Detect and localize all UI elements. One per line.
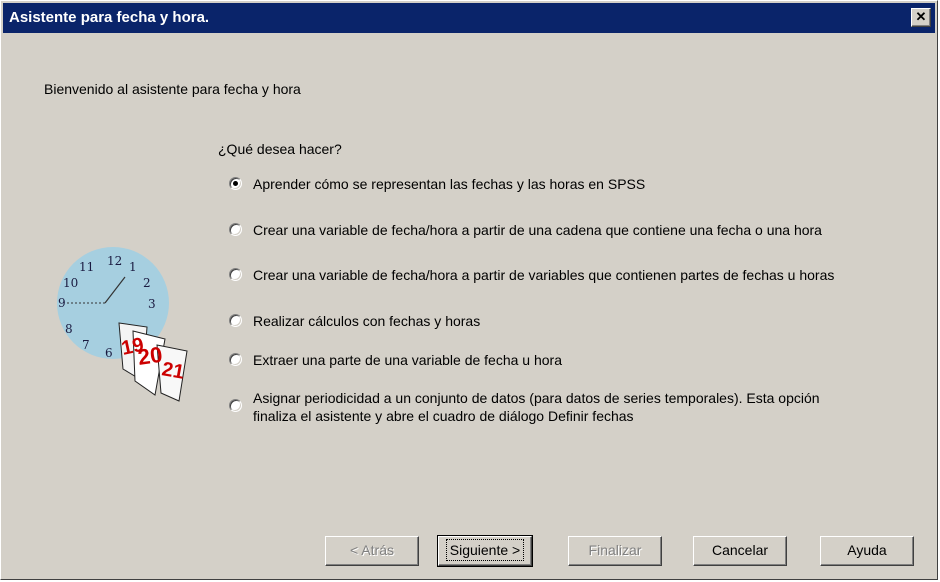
radio-extract[interactable] [229,353,242,366]
radio-calculate[interactable] [229,314,242,327]
clock-number-6: 6 [105,346,113,360]
clock-number-9: 9 [58,296,66,310]
clock-number-2: 2 [143,276,151,290]
option-periodicity-line2: finaliza el asistente y abre el cuadro d… [253,408,634,424]
clock-number-12: 12 [107,254,122,268]
help-button[interactable]: Ayuda [820,536,914,566]
welcome-text: Bienvenido al asistente para fecha y hor… [44,81,301,97]
clock-number-1: 1 [129,260,137,274]
cancel-button[interactable]: Cancelar [693,536,787,566]
next-button-label: Siguiente > [445,539,525,561]
radio-from-parts[interactable] [229,268,242,281]
radio-learn[interactable] [229,177,242,190]
clock-number-11: 11 [79,260,94,274]
clock-number-8: 8 [65,322,73,336]
option-extract-label: Extraer una parte de una variable de fec… [253,352,562,368]
close-icon: ✕ [915,9,927,24]
clock-number-3: 3 [148,297,156,311]
close-button[interactable]: ✕ [911,8,931,27]
option-periodicity-label: Asignar periodicidad a un conjunto de da… [253,389,820,425]
option-from-string-label: Crear una variable de fecha/hora a parti… [253,222,822,238]
clock-number-10: 10 [63,276,78,290]
radio-from-string[interactable] [229,223,242,236]
radio-periodicity[interactable] [229,399,242,412]
calendar-number-21: 21 [160,358,186,384]
clock-number-7: 7 [82,338,90,352]
clock-calendar-icon: 12 1 2 3 6 7 8 9 10 11 19 20 21 [57,247,188,402]
option-periodicity-line1: Asignar periodicidad a un conjunto de da… [253,390,820,406]
option-from-parts-label: Crear una variable de fecha/hora a parti… [253,267,835,283]
calendar-number-20: 20 [136,342,164,370]
window-title: Asistente para fecha y hora. [9,9,210,26]
back-button[interactable]: < Atrás [325,536,419,566]
wizard-dialog: Asistente para fecha y hora. ✕ Bienvenid… [0,0,938,580]
option-learn-label: Aprender cómo se representan las fechas … [253,176,646,192]
finish-button[interactable]: Finalizar [568,536,662,566]
option-calculate-label: Realizar cálculos con fechas y horas [253,313,481,329]
title-bar[interactable]: Asistente para fecha y hora. ✕ [3,3,935,33]
next-button[interactable]: Siguiente > [437,535,533,567]
question-label: ¿Qué desea hacer? [218,141,342,157]
